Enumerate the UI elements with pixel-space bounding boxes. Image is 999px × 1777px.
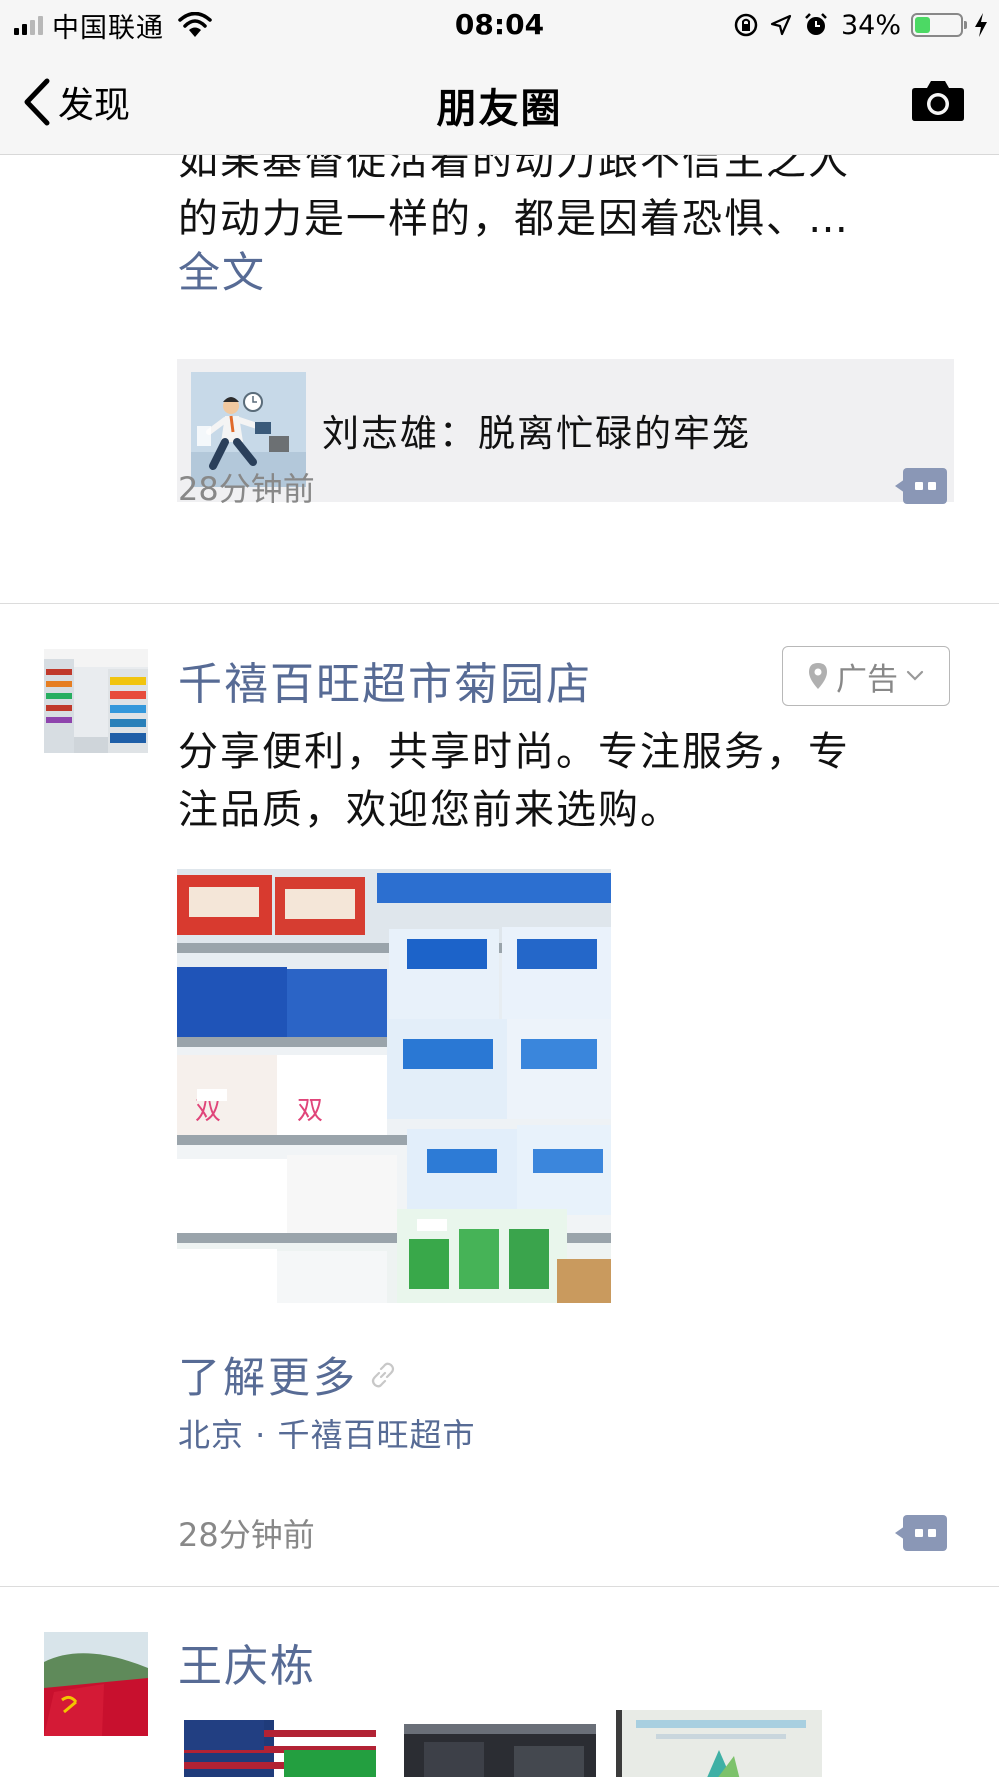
party-flag-avatar-icon — [44, 1632, 148, 1736]
svg-text:双: 双 — [297, 1096, 323, 1126]
ad-label: 广告 — [836, 661, 898, 698]
avatar[interactable] — [44, 1632, 148, 1736]
post-time: 28分钟前 — [178, 470, 315, 508]
alarm-icon — [805, 13, 827, 35]
chevron-down-icon — [906, 670, 924, 681]
post-image-thumbnail[interactable] — [404, 1724, 596, 1777]
supermarket-sugar-shelf-photo-icon: 双 双 — [177, 869, 611, 1303]
post-image-thumbnail[interactable] — [184, 1720, 376, 1777]
battery-percent: 34% — [840, 9, 901, 41]
ad-badge[interactable]: 广告 — [782, 646, 950, 706]
full-text-link[interactable]: 全文 — [178, 244, 958, 302]
supermarket-aisle-avatar-icon — [44, 649, 148, 753]
article-title: 刘志雄：脱离忙碌的牢笼 — [322, 412, 751, 455]
post-time: 28分钟前 — [178, 1516, 315, 1554]
author-name[interactable]: 千禧百旺超市菊园店 — [178, 648, 592, 712]
location-link[interactable]: 北京 · 千禧百旺超市 — [178, 1410, 476, 1456]
status-bar: 中国联通 08:04 34% — [0, 0, 999, 50]
learn-more-label: 了解更多 — [178, 1353, 359, 1402]
flags-photo-icon — [184, 1720, 376, 1777]
post-image-thumbnail[interactable] — [616, 1710, 822, 1777]
camera-button[interactable] — [911, 78, 965, 126]
post-text-line: 的动力是一样的，都是因着恐惧、… — [178, 196, 850, 242]
comment-more-icon[interactable] — [895, 466, 949, 506]
ad-image[interactable]: 双 双 — [177, 869, 611, 1303]
post-divider — [0, 1586, 999, 1587]
post-divider — [0, 603, 999, 604]
author-name[interactable]: 王庆栋 — [178, 1630, 316, 1694]
battery-fill — [915, 17, 930, 33]
post-text-line: 如果基督徒活着的动力跟不信主之人 — [178, 154, 850, 184]
post-text: 如果基督徒活着的动力跟不信主之人 的动力是一样的，都是因着恐惧、… — [178, 154, 958, 248]
location-pin-icon — [809, 663, 827, 689]
location-arrow-icon — [770, 14, 792, 36]
charging-bolt-icon — [975, 13, 987, 37]
post-text: 分享便利，共享时尚。专注服务，专 注品质，欢迎您前来选购。 — [178, 723, 958, 839]
link-chain-icon — [371, 1362, 395, 1387]
moments-feed[interactable]: 如果基督徒活着的动力跟不信主之人 的动力是一样的，都是因着恐惧、… 全文 刘志雄… — [0, 154, 999, 1777]
post-text-line: 分享便利，共享时尚。专注服务，专 — [178, 729, 850, 775]
avatar[interactable] — [44, 649, 148, 753]
learn-more-link[interactable]: 了解更多 — [178, 1344, 398, 1405]
orientation-lock-icon — [734, 13, 758, 37]
dark-room-photo-icon — [404, 1724, 596, 1777]
post-text-line: 注品质，欢迎您前来选购。 — [178, 787, 682, 833]
camera-icon — [912, 81, 964, 121]
page-title: 朋友圈 — [436, 86, 563, 132]
battery-icon — [911, 13, 967, 37]
presentation-slide-photo-icon — [616, 1710, 822, 1777]
navigation-bar: 发现 朋友圈 — [0, 50, 999, 155]
status-right: 34% — [733, 8, 989, 42]
comment-more-icon[interactable] — [895, 1513, 949, 1553]
